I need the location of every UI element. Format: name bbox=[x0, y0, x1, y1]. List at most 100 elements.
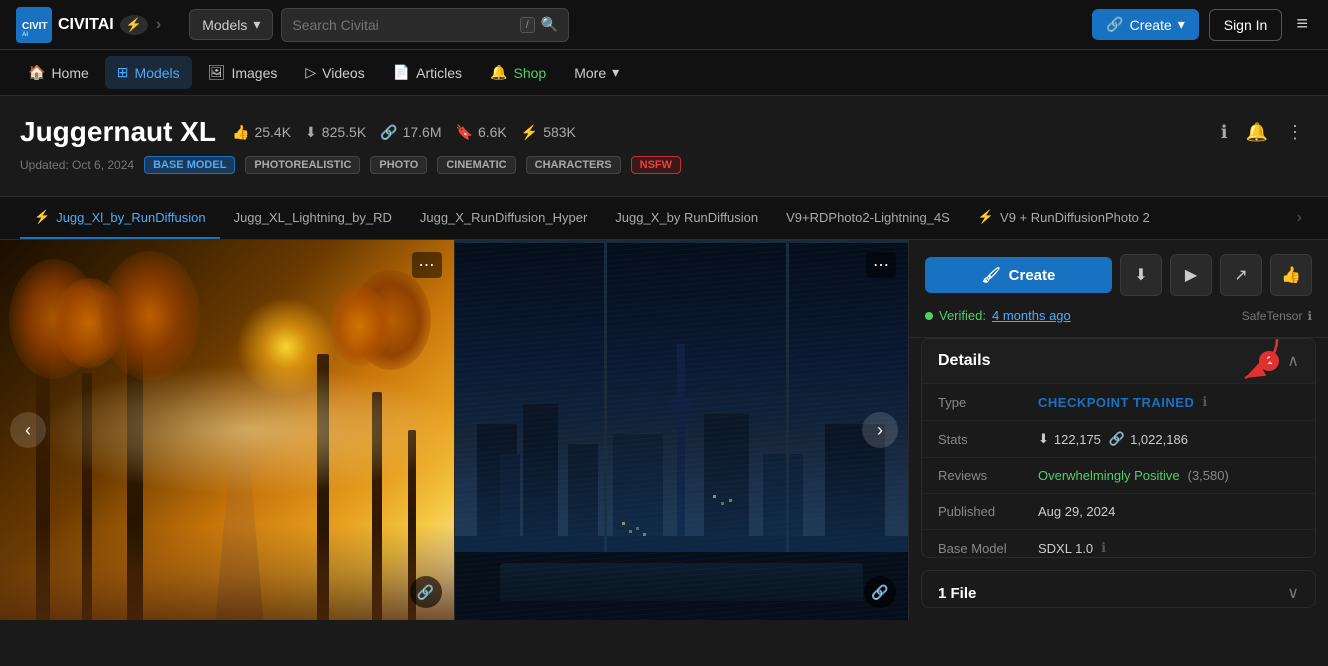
stats-value-container: ⬇ 122,175 🔗 1,022,186 bbox=[1038, 431, 1299, 447]
main-nav: 🏠 Home ⊞ Models 🖼 Images ▷ Videos 📄 Arti… bbox=[0, 50, 1328, 96]
chevron-down-icon: ▾ bbox=[253, 16, 260, 33]
sidebar-item-shop[interactable]: 🔔 Shop bbox=[478, 56, 558, 89]
page-header: Juggernaut XL 👍 25.4K ⬇ 825.5K 🔗 17.6M 🔖… bbox=[0, 96, 1328, 197]
hamburger-menu-button[interactable]: ≡ bbox=[1292, 9, 1312, 40]
create-button[interactable]: 🔗 Create ▾ bbox=[1092, 9, 1199, 40]
tab-scroll-right[interactable]: › bbox=[1291, 201, 1308, 235]
base-model-label: Base Model bbox=[938, 541, 1038, 556]
tag-characters[interactable]: CHARACTERS bbox=[526, 156, 621, 174]
logo-lightning[interactable]: ⚡ bbox=[120, 15, 148, 35]
reviews-value-container: Overwhelmingly Positive (3,580) bbox=[1038, 468, 1299, 483]
details-header-right: 1 ∧ bbox=[1259, 351, 1299, 371]
tab-version-6[interactable]: ⚡ V9 + RunDiffusionPhoto 2 bbox=[964, 197, 1164, 239]
type-info-icon[interactable]: ℹ bbox=[1202, 394, 1207, 410]
more-options-button[interactable]: ⋮ bbox=[1282, 118, 1308, 147]
slash-badge: / bbox=[520, 17, 535, 33]
header-actions: 🔗 Create ▾ Sign In ≡ bbox=[1092, 9, 1312, 41]
links-icon: 🔗 bbox=[380, 124, 397, 141]
page-header-actions: ℹ 🔔 ⋮ bbox=[1217, 118, 1308, 147]
tag-base-model[interactable]: BASE MODEL bbox=[144, 156, 235, 174]
tab-version-2[interactable]: Jugg_XL_Lightning_by_RD bbox=[220, 198, 406, 239]
reviews-positive-text[interactable]: Overwhelmingly Positive bbox=[1038, 468, 1180, 483]
logo[interactable]: CIVIT AI CIVITAI ⚡ › bbox=[16, 7, 161, 43]
sidebar-item-models[interactable]: ⊞ Models bbox=[105, 56, 192, 89]
search-icon[interactable]: 🔍 bbox=[541, 16, 558, 33]
share-button[interactable]: ↗ bbox=[1220, 254, 1262, 296]
play-icon: ▶ bbox=[1185, 265, 1197, 285]
tag-photo[interactable]: PHOTO bbox=[370, 156, 427, 174]
type-value-container: CHECKPOINT TRAINED ℹ bbox=[1038, 394, 1299, 410]
bolts-stat: ⚡ 583K bbox=[521, 124, 576, 141]
images-area: ⋯ 🔗 ‹ bbox=[0, 240, 908, 620]
models-icon: ⊞ bbox=[117, 64, 129, 81]
details-badge: 1 bbox=[1259, 351, 1279, 371]
sidebar-top: 🖌 Create ⬇ ▶ ↗ 👍 Verifi bbox=[909, 240, 1328, 338]
saves-stat: 🔖 6.6K bbox=[456, 124, 507, 141]
image-1-link[interactable]: 🔗 bbox=[410, 576, 442, 608]
image-panel-1[interactable]: ⋯ 🔗 ‹ bbox=[0, 240, 455, 620]
thumb-up-icon: 👍 bbox=[1281, 265, 1301, 285]
page-title: Juggernaut XL bbox=[20, 116, 216, 148]
models-dropdown[interactable]: Models ▾ bbox=[189, 9, 273, 40]
sidebar-item-home[interactable]: 🏠 Home bbox=[16, 56, 101, 89]
details-collapse-icon[interactable]: ∧ bbox=[1287, 351, 1299, 371]
image-1-menu[interactable]: ⋯ bbox=[412, 252, 442, 278]
base-model-value-container: SDXL 1.0 ℹ bbox=[1038, 540, 1299, 556]
tab-version-1[interactable]: ⚡ Jugg_Xl_by_RunDiffusion bbox=[20, 197, 220, 239]
create-main-button[interactable]: 🖌 Create bbox=[925, 257, 1112, 293]
image-panel-2[interactable]: ⋯ 🔗 › bbox=[455, 240, 909, 620]
checkpoint-trained-badge: CHECKPOINT TRAINED bbox=[1038, 395, 1194, 410]
detail-row-type: Type CHECKPOINT TRAINED ℹ bbox=[922, 383, 1315, 420]
stats-row: 👍 25.4K ⬇ 825.5K 🔗 17.6M 🔖 6.6K ⚡ 583K bbox=[232, 124, 576, 141]
base-model-info-icon[interactable]: ℹ bbox=[1101, 540, 1106, 556]
sidebar-item-more[interactable]: More ▾ bbox=[562, 56, 631, 89]
image-2 bbox=[455, 240, 909, 620]
likes-stat: 👍 25.4K bbox=[232, 124, 291, 141]
image-2-link[interactable]: 🔗 bbox=[864, 576, 896, 608]
safetensor-info-icon[interactable]: ℹ bbox=[1307, 309, 1312, 323]
reviews-count: (3,580) bbox=[1188, 468, 1229, 483]
details-title: Details bbox=[938, 352, 990, 370]
tab-v6-lightning-icon: ⚡ bbox=[978, 209, 994, 225]
files-title: 1 File bbox=[938, 585, 976, 602]
image-prev-button[interactable]: ‹ bbox=[10, 412, 46, 448]
sign-in-button[interactable]: Sign In bbox=[1209, 9, 1283, 41]
create-icon: 🔗 bbox=[1106, 16, 1123, 33]
files-expand-icon[interactable]: ∨ bbox=[1287, 583, 1299, 603]
tag-photorealistic[interactable]: PHOTOREALISTIC bbox=[245, 156, 360, 174]
search-wrap: / 🔍 bbox=[281, 8, 569, 42]
detail-row-published: Published Aug 29, 2024 bbox=[922, 493, 1315, 529]
details-header[interactable]: Details 1 ∧ bbox=[922, 339, 1315, 383]
tag-nsfw[interactable]: NSFW bbox=[631, 156, 681, 174]
tag-cinematic[interactable]: CINEMATIC bbox=[437, 156, 515, 174]
safetensor-label: SafeTensor ℹ bbox=[1242, 309, 1312, 323]
bell-button[interactable]: 🔔 bbox=[1242, 118, 1272, 147]
sidebar-item-articles[interactable]: 📄 Articles bbox=[381, 56, 474, 89]
like-button[interactable]: 👍 bbox=[1270, 254, 1312, 296]
likes-icon: 👍 bbox=[232, 124, 249, 141]
image-next-button[interactable]: › bbox=[862, 412, 898, 448]
tab-version-4[interactable]: Jugg_X_by RunDiffusion bbox=[601, 198, 772, 239]
city-scene bbox=[455, 240, 909, 620]
sidebar-item-images[interactable]: 🖼 Images bbox=[196, 56, 290, 89]
tab-version-5[interactable]: V9+RDPhoto2-Lightning_4S bbox=[772, 198, 964, 239]
more-chevron-icon: ▾ bbox=[612, 64, 619, 81]
logo-text: CIVITAI bbox=[58, 16, 114, 34]
search-input[interactable] bbox=[292, 17, 519, 33]
detail-row-reviews: Reviews Overwhelmingly Positive (3,580) bbox=[922, 457, 1315, 493]
tab-version-3[interactable]: Jugg_X_RunDiffusion_Hyper bbox=[406, 198, 601, 239]
detail-row-stats: Stats ⬇ 122,175 🔗 1,022,186 bbox=[922, 420, 1315, 457]
info-button[interactable]: ℹ bbox=[1217, 118, 1232, 147]
downloads-stat: ⬇ 825.5K bbox=[305, 124, 366, 141]
files-header[interactable]: 1 File ∨ bbox=[922, 571, 1315, 608]
videos-icon: ▷ bbox=[305, 64, 316, 81]
image-2-menu[interactable]: ⋯ bbox=[866, 252, 896, 278]
verified-time[interactable]: 4 months ago bbox=[992, 308, 1071, 323]
play-button[interactable]: ▶ bbox=[1170, 254, 1212, 296]
sidebar-item-videos[interactable]: ▷ Videos bbox=[293, 56, 376, 89]
download-button[interactable]: ⬇ bbox=[1120, 254, 1162, 296]
stats-label: Stats bbox=[938, 432, 1038, 447]
logo-chevron[interactable]: › bbox=[154, 16, 161, 34]
logo-icon: CIVIT AI bbox=[16, 7, 52, 43]
download-icon: ⬇ bbox=[1134, 265, 1147, 285]
